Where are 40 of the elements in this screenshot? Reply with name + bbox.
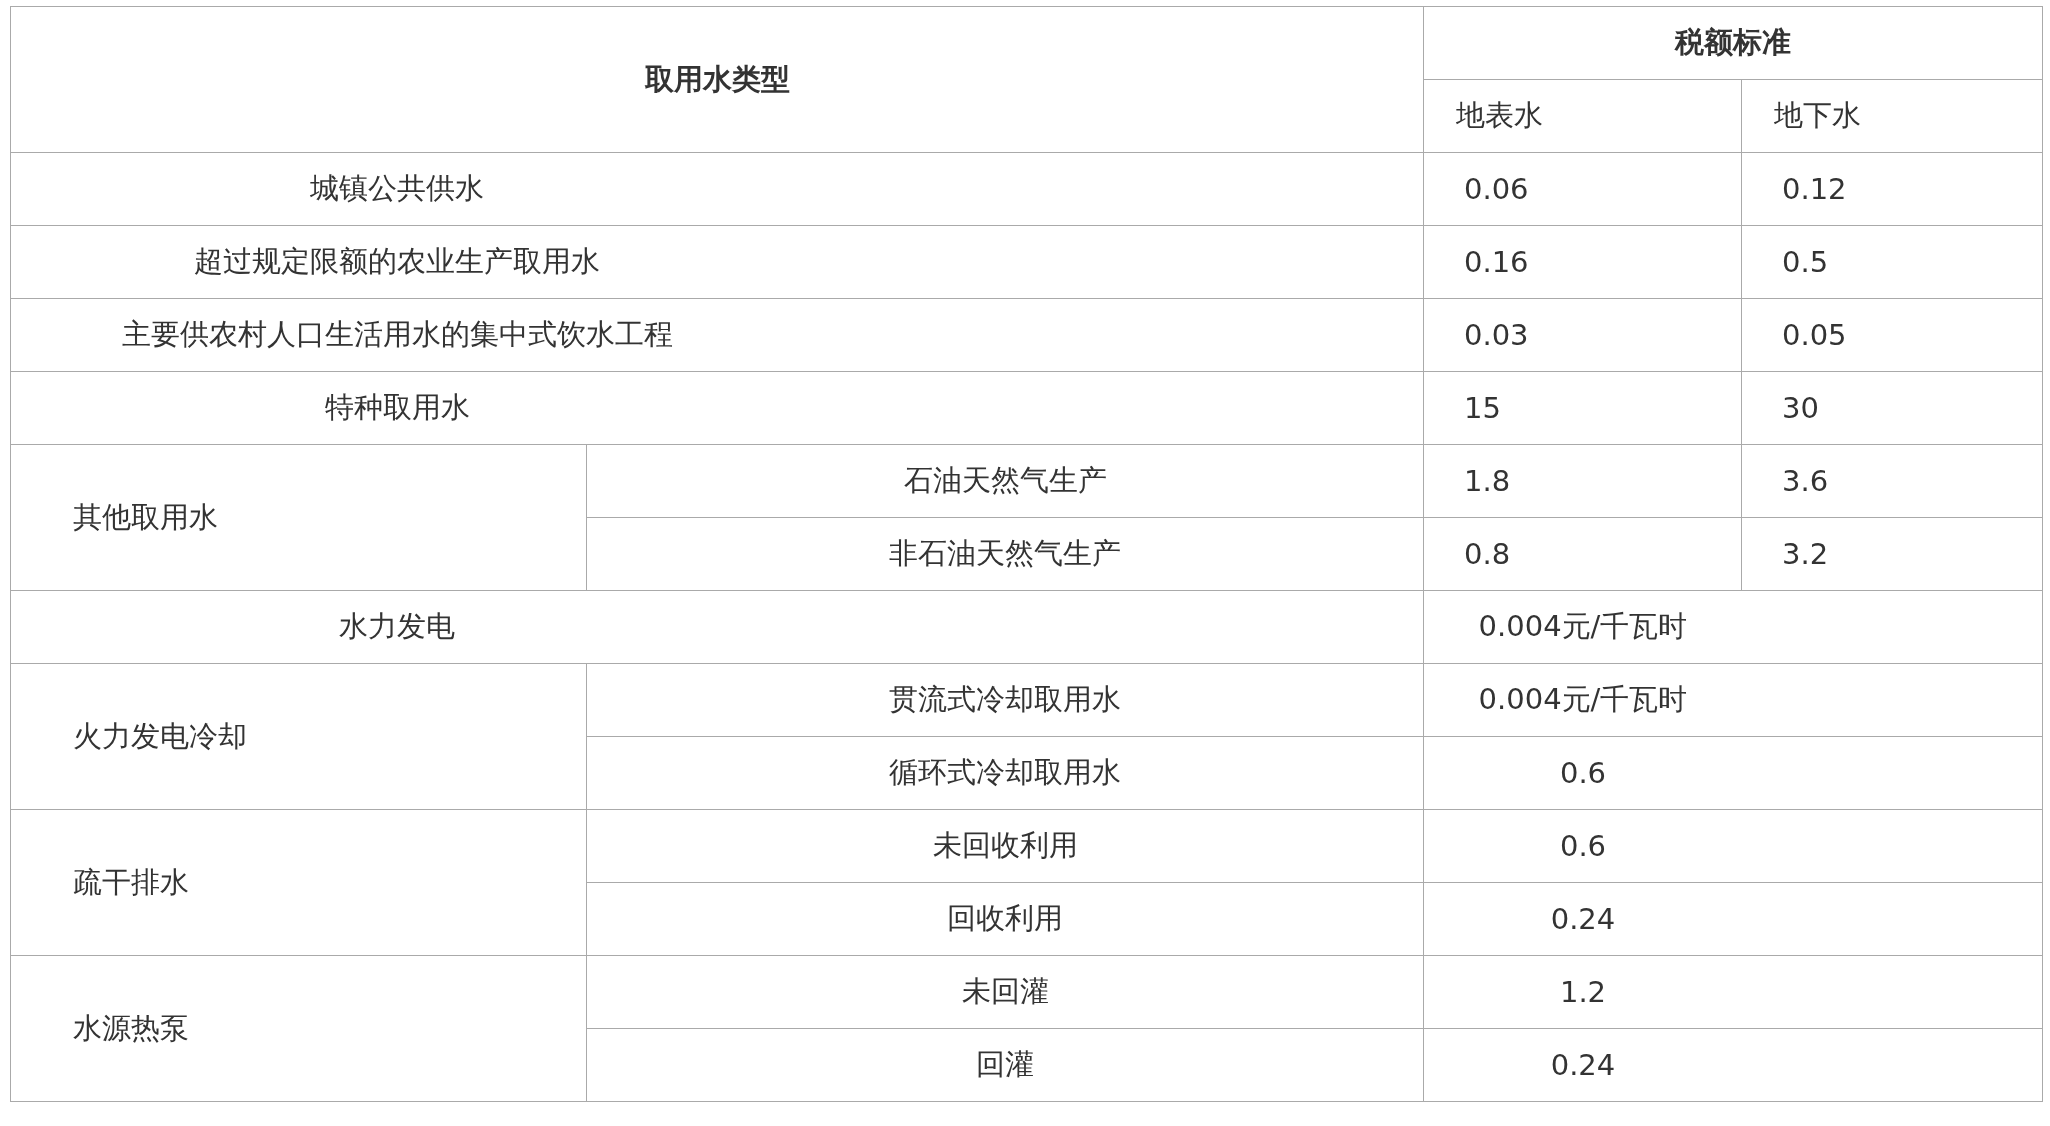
column-header: 地下水: [1741, 79, 2043, 153]
table-cell: 0.12: [1741, 152, 2043, 226]
table-cell: 火力发电冷却: [10, 663, 587, 810]
table-cell: 回收利用: [586, 882, 1424, 956]
table-cell: 15: [1423, 371, 1742, 445]
table-cell: 循环式冷却取用水: [586, 736, 1424, 810]
table-cell: 0.6: [1423, 736, 2043, 810]
table-cell: 疏干排水: [10, 809, 587, 956]
table-cell: 特种取用水: [10, 371, 1424, 445]
table-cell: 0.6: [1423, 809, 2043, 883]
table-cell: 石油天然气生产: [586, 444, 1424, 518]
table-cell: 0.16: [1423, 225, 1742, 299]
table-cell: 0.8: [1423, 517, 1742, 591]
table-cell: 回灌: [586, 1028, 1424, 1102]
table-cell: 1.2: [1423, 955, 2043, 1029]
column-header: 取用水类型: [10, 6, 1424, 153]
table-cell: 0.5: [1741, 225, 2043, 299]
table-cell: 其他取用水: [10, 444, 587, 591]
table-cell: 0.004元/千瓦时: [1423, 590, 2043, 664]
table-cell: 1.8: [1423, 444, 1742, 518]
table-cell: 0.24: [1423, 882, 2043, 956]
table-cell: 30: [1741, 371, 2043, 445]
table-cell: 3.6: [1741, 444, 2043, 518]
table-cell: 0.004元/千瓦时: [1423, 663, 2043, 737]
table-cell: 未回收利用: [586, 809, 1424, 883]
table-cell: 0.06: [1423, 152, 1742, 226]
column-header: 税额标准: [1423, 6, 2043, 80]
table-cell: 0.03: [1423, 298, 1742, 372]
table-cell: 主要供农村人口生活用水的集中式饮水工程: [10, 298, 1424, 372]
table-cell: 水源热泵: [10, 955, 587, 1102]
column-header: 地表水: [1423, 79, 1742, 153]
table-cell: 城镇公共供水: [10, 152, 1424, 226]
table-cell: 水力发电: [10, 590, 1424, 664]
table-cell: 0.05: [1741, 298, 2043, 372]
table-cell: 未回灌: [586, 955, 1424, 1029]
table-cell: 超过规定限额的农业生产取用水: [10, 225, 1424, 299]
table-cell: 贯流式冷却取用水: [586, 663, 1424, 737]
table-cell: 3.2: [1741, 517, 2043, 591]
table-cell: 0.24: [1423, 1028, 2043, 1102]
table-cell: 非石油天然气生产: [586, 517, 1424, 591]
